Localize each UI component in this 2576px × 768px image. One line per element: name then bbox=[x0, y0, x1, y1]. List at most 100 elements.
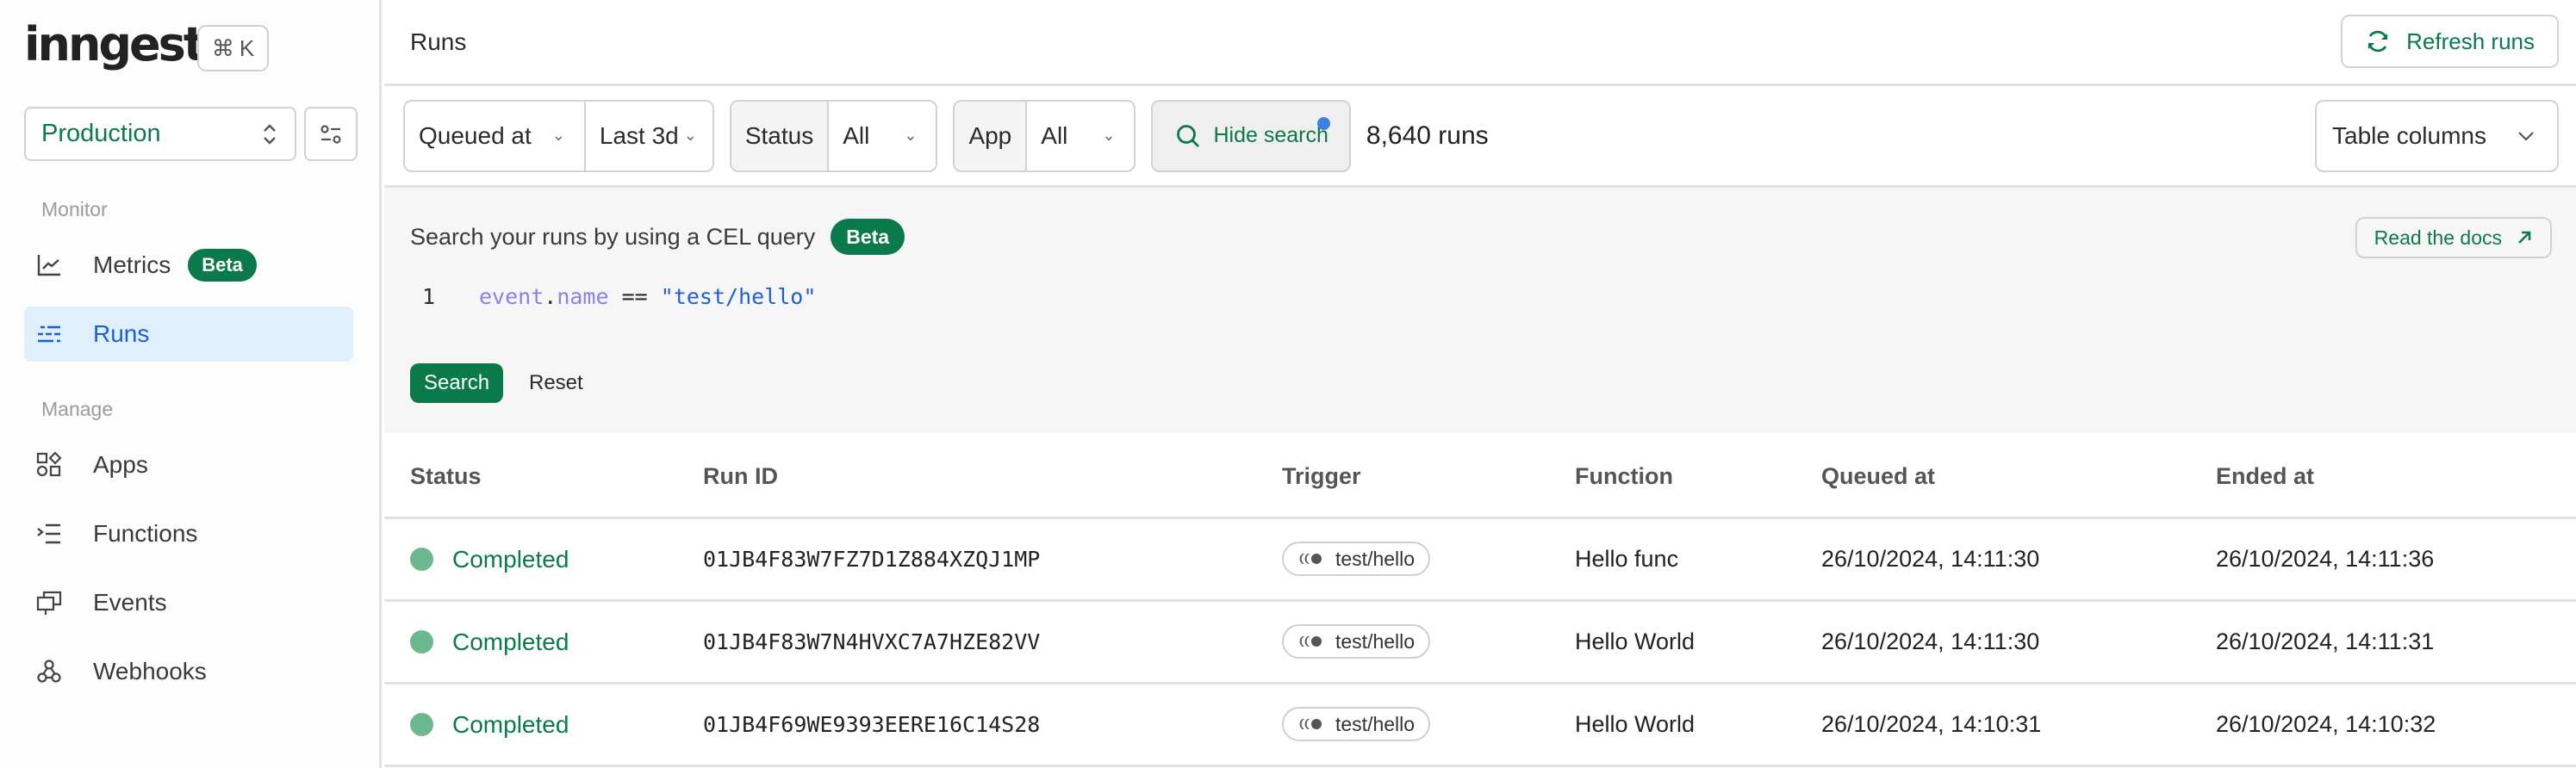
ended-at: 26/10/2024, 14:10:32 bbox=[2216, 711, 2436, 737]
inngest-logo[interactable]: inngest bbox=[24, 19, 206, 71]
hide-search-button[interactable]: Hide search bbox=[1151, 99, 1351, 172]
status-filter-select[interactable]: All ⌄ bbox=[827, 101, 936, 170]
search-icon bbox=[1177, 124, 1200, 147]
status-cell: Completed bbox=[410, 711, 569, 739]
webhook-icon bbox=[36, 659, 62, 684]
chevron-down-icon: ⌄ bbox=[1102, 127, 1116, 144]
line-number: 1 bbox=[422, 284, 436, 309]
table-row[interactable]: Completed 01JB4F69WE9393EERE16C14S28 tes… bbox=[384, 684, 2576, 767]
sidebar-item-webhooks[interactable]: Webhooks bbox=[24, 644, 353, 699]
table-columns-label: Table columns bbox=[2332, 122, 2486, 149]
status-text: Completed bbox=[452, 545, 569, 573]
read-docs-label: Read the docs bbox=[2374, 226, 2502, 249]
main-content: Runs Refresh runs Queued at ⌄ Last 3d ⌄ … bbox=[384, 0, 2576, 768]
cel-search-panel: Search your runs by using a CEL query Be… bbox=[384, 188, 2576, 433]
apps-grid-icon bbox=[36, 452, 62, 478]
query-token: event bbox=[479, 284, 544, 309]
read-docs-link[interactable]: Read the docs bbox=[2355, 217, 2552, 258]
runs-table: Status Run ID Trigger Function Queued at… bbox=[384, 436, 2576, 767]
queued-at: 26/10/2024, 14:10:31 bbox=[1821, 711, 2042, 737]
trigger-badge[interactable]: test/hello bbox=[1282, 624, 1431, 659]
query-token: == bbox=[608, 284, 661, 309]
query-token: name bbox=[557, 284, 609, 309]
section-label-manage: Manage bbox=[41, 398, 114, 420]
app-filter-select[interactable]: All ⌄ bbox=[1025, 101, 1134, 170]
shortcut-key: K bbox=[239, 34, 255, 61]
chevron-down-icon bbox=[2518, 132, 2534, 141]
time-range-select[interactable]: Last 3d ⌄ bbox=[583, 101, 712, 170]
trigger-name: test/hello bbox=[1335, 712, 1416, 735]
column-header-function[interactable]: Function bbox=[1575, 463, 1673, 490]
app-filter: App All ⌄ bbox=[953, 99, 1136, 172]
sidebar-item-label: Webhooks bbox=[93, 658, 207, 684]
ended-at: 26/10/2024, 14:11:36 bbox=[2216, 546, 2435, 572]
sidebar-item-events[interactable]: Events bbox=[24, 575, 353, 630]
hide-search-label: Hide search bbox=[1213, 123, 1328, 147]
section-label-monitor: Monitor bbox=[41, 198, 108, 220]
time-range-value: Last 3d bbox=[599, 121, 679, 149]
command-palette-button[interactable]: ⌘ K bbox=[197, 25, 269, 71]
table-row[interactable]: Completed 01JB4F83W7FZ7D1Z884XZQJ1MP tes… bbox=[384, 519, 2576, 602]
status-filter-label: Status bbox=[731, 101, 828, 170]
refresh-runs-label: Refresh runs bbox=[2406, 28, 2535, 54]
sidebar-item-label: Runs bbox=[93, 320, 150, 347]
sidebar-item-label: Apps bbox=[93, 451, 148, 478]
sidebar-item-label: Functions bbox=[93, 520, 198, 547]
column-header-queued-at[interactable]: Queued at bbox=[1821, 463, 1935, 490]
environment-settings-button[interactable] bbox=[304, 107, 358, 161]
function-name: Hello func bbox=[1575, 546, 1679, 572]
sidebar-item-functions[interactable]: Functions bbox=[24, 506, 353, 561]
page-header: Runs Refresh runs bbox=[384, 0, 2576, 86]
trigger-badge[interactable]: test/hello bbox=[1282, 707, 1431, 741]
run-id: 01JB4F83W7FZ7D1Z884XZQJ1MP bbox=[703, 547, 1041, 572]
cel-query-editor[interactable]: 1 event. name == "test/hello" bbox=[422, 284, 816, 309]
time-filter: Queued at ⌄ Last 3d ⌄ bbox=[403, 99, 714, 172]
page-title: Runs bbox=[410, 28, 467, 55]
chart-line-icon bbox=[36, 252, 62, 278]
status-text: Completed bbox=[452, 628, 569, 655]
refresh-runs-button[interactable]: Refresh runs bbox=[2341, 15, 2559, 68]
column-header-ended-at[interactable]: Ended at bbox=[2216, 463, 2314, 490]
column-header-trigger[interactable]: Trigger bbox=[1282, 463, 1361, 490]
reset-button[interactable]: Reset bbox=[522, 363, 590, 403]
trigger-badge[interactable]: test/hello bbox=[1282, 542, 1431, 576]
table-row[interactable]: Completed 01JB4F83W7N4HVXC7A7HZE82VV tes… bbox=[384, 602, 2576, 684]
runs-list-icon bbox=[36, 321, 62, 347]
beta-badge: Beta bbox=[188, 249, 257, 282]
function-name: Hello World bbox=[1575, 711, 1696, 737]
command-key-icon: ⌘ bbox=[211, 34, 234, 61]
sliders-icon bbox=[320, 124, 341, 144]
queued-at: 26/10/2024, 14:11:30 bbox=[1821, 629, 2040, 654]
sidebar: inngest ⌘ K Production Monitor Metrics B… bbox=[0, 0, 382, 768]
run-id: 01JB4F69WE9393EERE16C14S28 bbox=[703, 712, 1041, 737]
sidebar-item-label: Events bbox=[93, 589, 167, 616]
status-dot-icon bbox=[410, 630, 433, 653]
environment-select[interactable]: Production bbox=[24, 107, 296, 161]
chevron-down-icon: ⌄ bbox=[683, 127, 697, 144]
run-id: 01JB4F83W7N4HVXC7A7HZE82VV bbox=[703, 629, 1041, 654]
time-field-select[interactable]: Queued at ⌄ bbox=[405, 102, 584, 170]
sidebar-item-metrics[interactable]: Metrics Beta bbox=[24, 238, 353, 293]
search-button[interactable]: Search bbox=[410, 363, 504, 403]
sidebar-item-apps[interactable]: Apps bbox=[24, 437, 353, 492]
sidebar-item-runs[interactable]: Runs bbox=[24, 307, 353, 362]
function-name: Hello World bbox=[1575, 629, 1696, 654]
status-dot-icon bbox=[410, 548, 433, 571]
search-heading: Search your runs by using a CEL query Be… bbox=[410, 219, 905, 255]
column-header-status[interactable]: Status bbox=[410, 463, 482, 490]
app-filter-value: All bbox=[1041, 121, 1068, 149]
filter-bar: Queued at ⌄ Last 3d ⌄ Status All ⌄ App A… bbox=[384, 86, 2576, 188]
beta-badge: Beta bbox=[831, 219, 905, 255]
trigger-name: test/hello bbox=[1335, 547, 1416, 570]
sidebar-item-label: Metrics bbox=[93, 251, 171, 278]
table-columns-button[interactable]: Table columns bbox=[2315, 100, 2559, 172]
functions-list-icon bbox=[36, 521, 62, 547]
table-header: Status Run ID Trigger Function Queued at… bbox=[384, 436, 2576, 519]
queued-at: 26/10/2024, 14:11:30 bbox=[1821, 546, 2040, 572]
status-text: Completed bbox=[452, 710, 569, 738]
app-filter-label: App bbox=[955, 101, 1026, 170]
status-cell: Completed bbox=[410, 629, 569, 656]
ended-at: 26/10/2024, 14:11:31 bbox=[2216, 629, 2435, 654]
arrow-up-right-icon bbox=[2518, 231, 2531, 244]
column-header-run-id[interactable]: Run ID bbox=[703, 463, 778, 490]
